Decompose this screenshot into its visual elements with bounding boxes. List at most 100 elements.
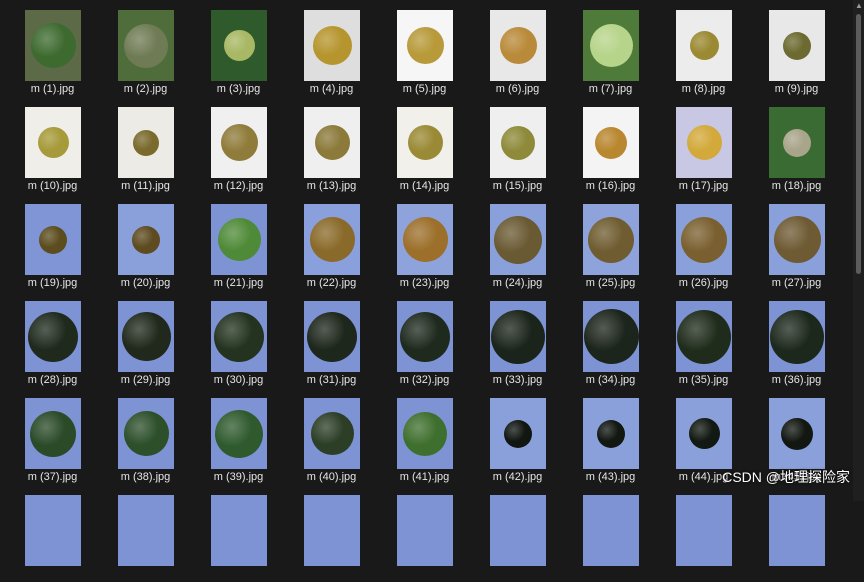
file-item[interactable]: m (22).jpg [285, 194, 378, 291]
file-item[interactable]: m (26).jpg [657, 194, 750, 291]
thumbnail-image [489, 398, 546, 469]
thumbnail-image [303, 495, 360, 566]
thumbnail-image [117, 398, 174, 469]
file-name-label: m (38).jpg [120, 471, 171, 483]
file-item[interactable] [378, 485, 471, 582]
fruit-shape [587, 217, 634, 263]
fruit-shape [213, 312, 264, 362]
file-item[interactable]: m (43).jpg [564, 388, 657, 485]
thumbnail-image [24, 10, 81, 81]
file-item[interactable]: m (25).jpg [564, 194, 657, 291]
file-name-label: m (37).jpg [27, 471, 78, 483]
thumbnail-image [489, 495, 546, 566]
file-name-label: m (6).jpg [495, 83, 540, 95]
file-item[interactable]: m (3).jpg [192, 0, 285, 97]
file-item[interactable] [750, 485, 843, 582]
fruit-shape [490, 310, 545, 364]
file-item[interactable]: m (38).jpg [99, 388, 192, 485]
file-item[interactable] [285, 485, 378, 582]
file-item[interactable]: m (31).jpg [285, 291, 378, 388]
thumbnail-image [117, 107, 174, 178]
thumbnail-image [675, 10, 732, 81]
file-item[interactable]: m (39).jpg [192, 388, 285, 485]
file-item[interactable]: m (42).jpg [471, 388, 564, 485]
file-item[interactable]: m (30).jpg [192, 291, 285, 388]
file-item[interactable]: m (5).jpg [378, 0, 471, 97]
file-name-label: m (25).jpg [585, 277, 636, 289]
file-item[interactable]: m (32).jpg [378, 291, 471, 388]
fruit-shape [782, 129, 811, 157]
thumbnail-image [24, 495, 81, 566]
file-item[interactable] [99, 485, 192, 582]
fruit-shape [589, 24, 633, 67]
file-item[interactable] [6, 485, 99, 582]
thumbnail-image [675, 204, 732, 275]
file-item[interactable]: m (15).jpg [471, 97, 564, 194]
file-name-label: m (42).jpg [492, 471, 543, 483]
thumbnail-image [582, 10, 639, 81]
fruit-shape [220, 124, 258, 161]
fruit-shape [121, 312, 171, 361]
file-item[interactable]: m (12).jpg [192, 97, 285, 194]
thumbnail-image [768, 204, 825, 275]
fruit-shape [688, 418, 720, 449]
file-item[interactable]: m (28).jpg [6, 291, 99, 388]
file-item[interactable] [471, 485, 564, 582]
file-item[interactable]: m (36).jpg [750, 291, 843, 388]
file-item[interactable]: m (1).jpg [6, 0, 99, 97]
file-item[interactable]: m (41).jpg [378, 388, 471, 485]
file-item[interactable]: m (37).jpg [6, 388, 99, 485]
vertical-scrollbar[interactable]: ▲ [853, 0, 864, 501]
file-item[interactable]: m (7).jpg [564, 0, 657, 97]
file-item[interactable]: m (34).jpg [564, 291, 657, 388]
file-item[interactable]: m (6).jpg [471, 0, 564, 97]
file-item[interactable]: m (8).jpg [657, 0, 750, 97]
fruit-shape [596, 420, 625, 448]
file-name-label: m (23).jpg [399, 277, 450, 289]
file-item[interactable] [192, 485, 285, 582]
file-item[interactable]: m (23).jpg [378, 194, 471, 291]
file-item[interactable]: m (13).jpg [285, 97, 378, 194]
file-item[interactable] [657, 485, 750, 582]
file-item[interactable]: m (27).jpg [750, 194, 843, 291]
file-item[interactable]: m (19).jpg [6, 194, 99, 291]
file-item[interactable]: m (9).jpg [750, 0, 843, 97]
file-item[interactable]: m (2).jpg [99, 0, 192, 97]
thumbnail-image [117, 495, 174, 566]
fruit-shape [500, 126, 535, 160]
file-name-label: m (7).jpg [588, 83, 633, 95]
file-name-label: m (18).jpg [771, 180, 822, 192]
file-item[interactable] [564, 485, 657, 582]
thumbnail-image [24, 204, 81, 275]
fruit-shape [306, 312, 357, 362]
fruit-shape [312, 26, 352, 65]
file-name-label: m (17).jpg [678, 180, 729, 192]
file-item[interactable]: m (14).jpg [378, 97, 471, 194]
file-item[interactable]: m (21).jpg [192, 194, 285, 291]
file-name-label: m (28).jpg [27, 374, 78, 386]
thumbnail-image [768, 495, 825, 566]
thumbnail-image [489, 107, 546, 178]
file-item[interactable]: m (35).jpg [657, 291, 750, 388]
file-item[interactable]: m (33).jpg [471, 291, 564, 388]
thumbnail-image [396, 301, 453, 372]
scroll-up-arrow-icon[interactable]: ▲ [855, 2, 863, 10]
file-item[interactable]: m (18).jpg [750, 97, 843, 194]
file-item[interactable]: m (24).jpg [471, 194, 564, 291]
file-item[interactable]: m (29).jpg [99, 291, 192, 388]
fruit-shape [314, 125, 350, 160]
file-item[interactable]: m (10).jpg [6, 97, 99, 194]
file-item[interactable]: m (20).jpg [99, 194, 192, 291]
file-item[interactable]: m (16).jpg [564, 97, 657, 194]
scrollbar-thumb[interactable] [856, 14, 861, 274]
thumbnail-image [489, 204, 546, 275]
thumbnail-image [117, 204, 174, 275]
file-item[interactable]: m (4).jpg [285, 0, 378, 97]
file-name-label: m (31).jpg [306, 374, 357, 386]
file-name-label: m (24).jpg [492, 277, 543, 289]
file-item[interactable]: m (40).jpg [285, 388, 378, 485]
file-item[interactable]: m (11).jpg [99, 97, 192, 194]
file-item[interactable]: m (17).jpg [657, 97, 750, 194]
thumbnail-image [768, 301, 825, 372]
thumbnail-image [582, 107, 639, 178]
